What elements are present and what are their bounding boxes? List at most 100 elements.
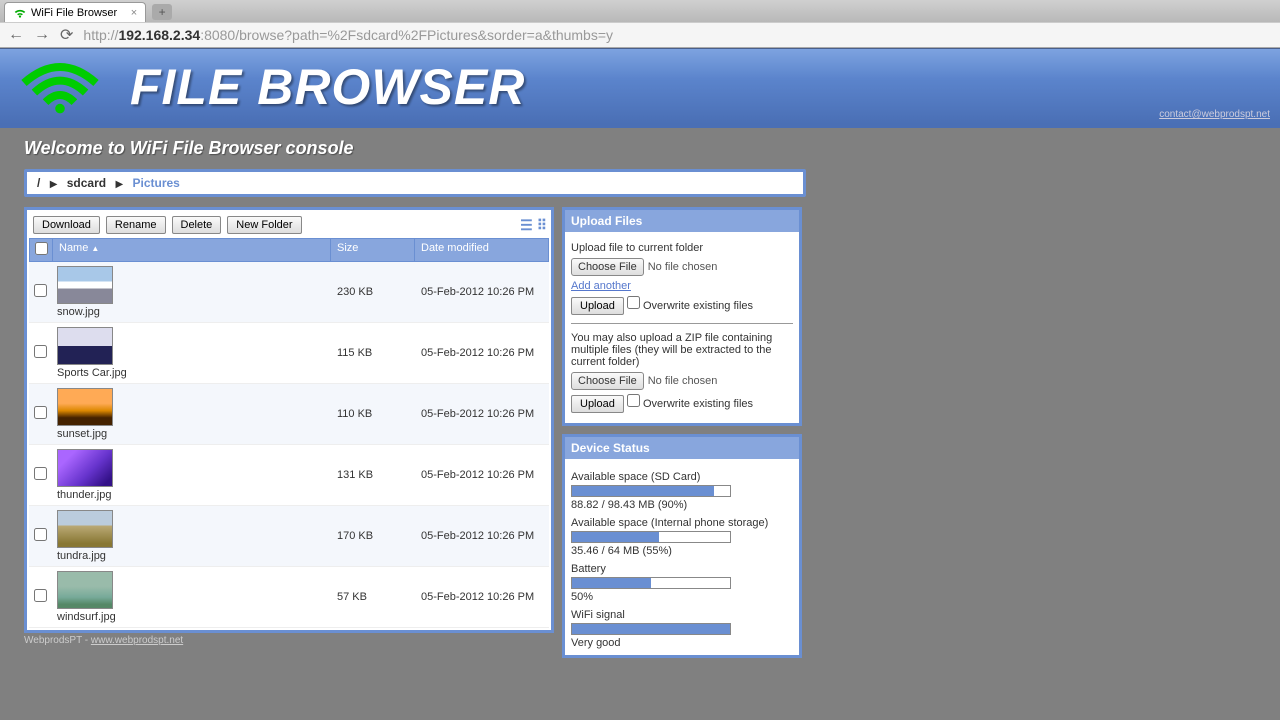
int-progress <box>571 531 731 543</box>
divider <box>571 323 793 324</box>
list-view-icon[interactable]: ☰ <box>520 217 531 234</box>
bat-label: Battery <box>571 563 793 575</box>
col-date[interactable]: Date modified <box>414 239 548 261</box>
file-size: 131 KB <box>331 465 415 485</box>
back-button[interactable]: ← <box>8 26 24 44</box>
breadcrumb: / ▶ sdcard ▶ Pictures <box>24 169 806 197</box>
file-row-checkbox[interactable] <box>34 528 47 541</box>
welcome-heading: Welcome to WiFi File Browser console <box>24 138 806 159</box>
url-path: :8080/browse?path=%2Fsdcard%2FPictures&s… <box>200 27 613 43</box>
browser-tab[interactable]: WiFi File Browser × <box>4 2 146 22</box>
file-row[interactable]: snow.jpg 230 KB05-Feb-2012 10:26 PM <box>29 262 549 323</box>
no-zip-text: No file chosen <box>648 375 718 387</box>
sd-progress-fill <box>572 486 714 496</box>
file-date: 05-Feb-2012 10:26 PM <box>415 526 549 546</box>
url-host: 192.168.2.34 <box>118 27 200 43</box>
upload-zip-button[interactable]: Upload <box>571 395 624 413</box>
overwrite-checkbox[interactable] <box>627 296 640 309</box>
breadcrumb-current: Pictures <box>132 176 179 190</box>
col-name[interactable]: Name ▲ <box>52 239 330 261</box>
file-row-checkbox[interactable] <box>34 345 47 358</box>
url-scheme: http:// <box>83 27 118 43</box>
address-bar[interactable]: http://192.168.2.34:8080/browse?path=%2F… <box>83 27 1272 43</box>
file-row[interactable]: Sports Car.jpg115 KB05-Feb-2012 10:26 PM <box>29 323 549 384</box>
file-toolbar: Download Rename Delete New Folder ☰ ⠿ <box>29 212 549 238</box>
wifi-progress-fill <box>572 624 730 634</box>
file-row-checkbox[interactable] <box>34 406 47 419</box>
tab-strip: WiFi File Browser × + <box>0 0 1280 22</box>
download-button[interactable]: Download <box>33 216 100 234</box>
file-row-checkbox[interactable] <box>34 589 47 602</box>
breadcrumb-sdcard[interactable]: sdcard <box>67 176 106 190</box>
thumbnail[interactable] <box>57 388 113 426</box>
upload-hint: Upload file to current folder <box>571 242 793 254</box>
file-name: windsurf.jpg <box>57 611 116 623</box>
wifi-text: Very good <box>571 637 793 649</box>
file-header: Name ▲ Size Date modified <box>29 238 549 262</box>
sd-label: Available space (SD Card) <box>571 471 793 483</box>
bat-progress <box>571 577 731 589</box>
upload-button[interactable]: Upload <box>571 297 624 315</box>
file-row-checkbox[interactable] <box>34 284 47 297</box>
thumbnail[interactable] <box>57 510 113 548</box>
grid-view-icon[interactable]: ⠿ <box>537 217 545 234</box>
file-size: 230 KB <box>331 282 415 302</box>
file-name: sunset.jpg <box>57 428 107 440</box>
close-icon[interactable]: × <box>131 7 137 19</box>
thumbnail[interactable] <box>57 327 113 365</box>
file-row[interactable]: thunder.jpg131 KB05-Feb-2012 10:26 PM <box>29 445 549 506</box>
chevron-right-icon: ▶ <box>115 179 123 190</box>
reload-button[interactable]: ⟳ <box>60 25 73 45</box>
overwrite-zip-label: Overwrite existing files <box>643 398 753 410</box>
breadcrumb-root[interactable]: / <box>37 176 40 190</box>
wifi-label: WiFi signal <box>571 609 793 621</box>
bat-progress-fill <box>572 578 651 588</box>
rename-button[interactable]: Rename <box>106 216 166 234</box>
file-size: 170 KB <box>331 526 415 546</box>
choose-file-button[interactable]: Choose File <box>571 258 644 276</box>
browser-chrome: WiFi File Browser × + ← → ⟳ http://192.1… <box>0 0 1280 48</box>
file-row[interactable]: tundra.jpg 170 KB05-Feb-2012 10:26 PM <box>29 506 549 567</box>
zip-hint: You may also upload a ZIP file containin… <box>571 332 793 368</box>
file-row[interactable]: windsurf.jpg 57 KB05-Feb-2012 10:26 PM <box>29 567 549 628</box>
file-list: snow.jpg230 KB05-Feb-2012 10:26 PMSports… <box>29 262 549 628</box>
file-date: 05-Feb-2012 10:26 PM <box>415 343 549 363</box>
url-bar: ← → ⟳ http://192.168.2.34:8080/browse?pa… <box>0 22 1280 48</box>
file-name: snow.jpg <box>57 306 100 318</box>
file-size: 115 KB <box>331 343 415 363</box>
overwrite-zip-checkbox[interactable] <box>627 394 640 407</box>
int-progress-fill <box>572 532 659 542</box>
new-folder-button[interactable]: New Folder <box>227 216 301 234</box>
thumbnail[interactable] <box>57 449 113 487</box>
footer-brand: WebprodsPT <box>24 635 82 646</box>
file-name: tundra.jpg <box>57 550 106 562</box>
file-row[interactable]: sunset.jpg110 KB05-Feb-2012 10:26 PM <box>29 384 549 445</box>
file-row-checkbox[interactable] <box>34 467 47 480</box>
int-text: 35.46 / 64 MB (55%) <box>571 545 793 557</box>
delete-button[interactable]: Delete <box>172 216 222 234</box>
contact-link[interactable]: contact@webprodspt.net <box>1159 109 1270 120</box>
no-file-text: No file chosen <box>648 261 718 273</box>
file-size: 57 KB <box>331 587 415 607</box>
wifi-favicon-icon <box>13 6 27 20</box>
sort-asc-icon: ▲ <box>91 244 99 253</box>
col-size[interactable]: Size <box>330 239 414 261</box>
footer-link[interactable]: www.webprodspt.net <box>91 635 183 646</box>
wifi-progress <box>571 623 731 635</box>
sd-text: 88.82 / 98.43 MB (90%) <box>571 499 793 511</box>
file-date: 05-Feb-2012 10:26 PM <box>415 587 549 607</box>
thumbnail[interactable] <box>57 571 113 609</box>
header-banner: FILE BROWSER contact@webprodspt.net <box>0 48 1280 128</box>
wifi-logo-icon <box>20 57 100 117</box>
file-date: 05-Feb-2012 10:26 PM <box>415 282 549 302</box>
bat-text: 50% <box>571 591 793 603</box>
thumbnail[interactable] <box>57 266 113 304</box>
forward-button[interactable]: → <box>34 26 50 44</box>
tab-title: WiFi File Browser <box>31 7 117 19</box>
new-tab-button[interactable]: + <box>152 4 172 20</box>
choose-zip-button[interactable]: Choose File <box>571 372 644 390</box>
side-panels: Upload Files Upload file to current fold… <box>562 207 802 658</box>
select-all-checkbox[interactable] <box>35 242 48 255</box>
content: Welcome to WiFi File Browser console / ▶… <box>0 128 806 658</box>
add-another-link[interactable]: Add another <box>571 280 631 292</box>
